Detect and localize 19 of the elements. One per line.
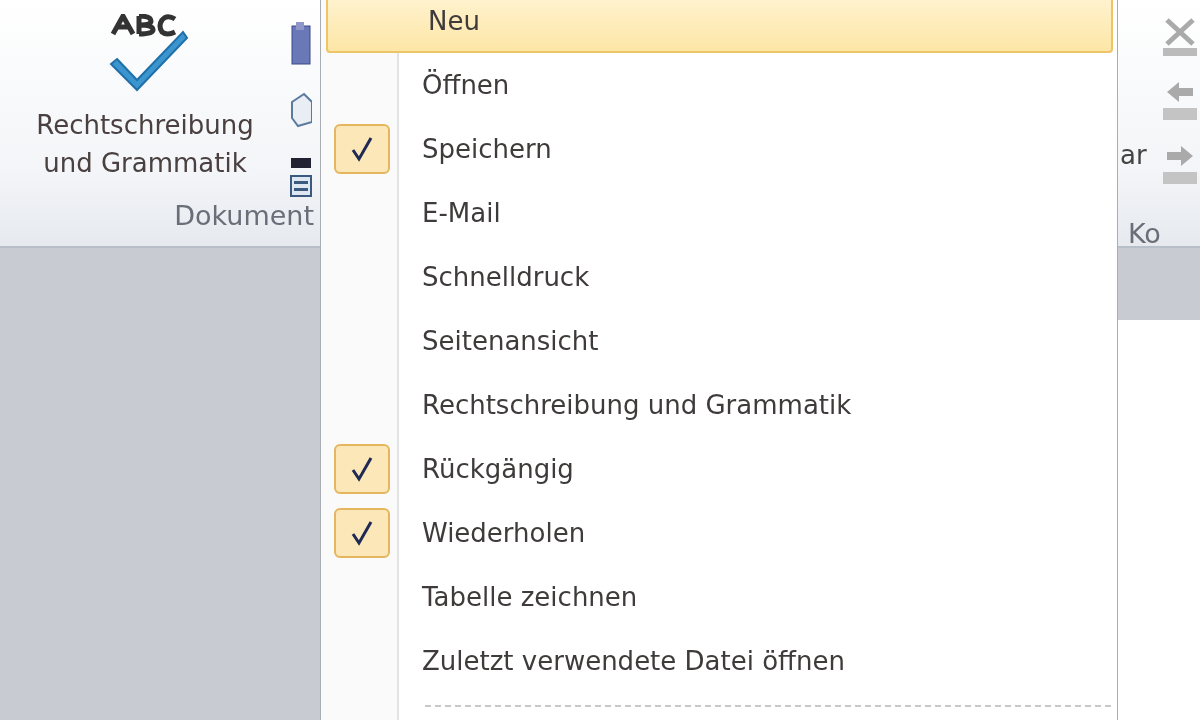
check-icon bbox=[333, 444, 390, 494]
document-icon[interactable] bbox=[290, 22, 312, 66]
menu-item[interactable]: Zuletzt verwendete Datei öffnen bbox=[321, 629, 1112, 693]
menu-item[interactable]: Neu bbox=[326, 0, 1113, 53]
button-label[interactable]: ar bbox=[1118, 140, 1147, 218]
menu-item[interactable]: Schnelldruck bbox=[321, 245, 1112, 309]
check-icon bbox=[333, 508, 390, 558]
menu-item[interactable]: Speichern bbox=[321, 117, 1112, 181]
menu-item[interactable]: Rückgängig bbox=[321, 437, 1112, 501]
menu-item[interactable]: Öffnen bbox=[321, 53, 1112, 117]
group-label: Dokument bbox=[173, 200, 315, 233]
menu-item[interactable]: Seitenansicht bbox=[321, 309, 1112, 373]
spelling-button[interactable]: Rechtschreibung und Grammatik bbox=[0, 0, 290, 200]
menu-item[interactable]: E-Mail bbox=[321, 181, 1112, 245]
check-icon bbox=[333, 124, 390, 174]
menu-item[interactable]: Wiederholen bbox=[321, 501, 1112, 565]
menu-item[interactable]: Tabelle zeichnen bbox=[321, 565, 1112, 629]
menu-item[interactable]: Rechtschreibung und Grammatik bbox=[321, 373, 1112, 437]
group-label: Ko bbox=[1127, 218, 1162, 249]
